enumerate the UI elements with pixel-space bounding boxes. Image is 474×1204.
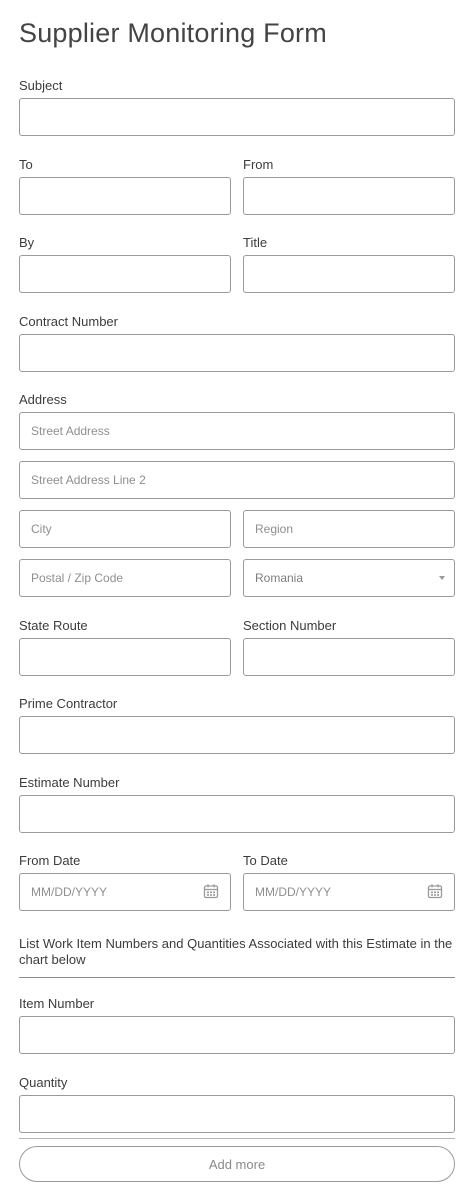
to-date-wrapper (243, 873, 455, 911)
to-date-input[interactable] (243, 873, 455, 911)
street-address-input[interactable] (19, 412, 455, 450)
page-title: Supplier Monitoring Form (19, 18, 327, 48)
from-date-wrapper (19, 873, 231, 911)
calendar-icon[interactable] (203, 883, 219, 899)
section-number-label: Section Number (243, 618, 337, 633)
postal-code-input[interactable] (19, 559, 231, 597)
country-select-value: Romania (255, 571, 304, 585)
section-number-field[interactable] (243, 638, 455, 676)
subject-field[interactable] (19, 98, 455, 136)
region-input[interactable] (243, 510, 455, 548)
by-field[interactable] (19, 255, 231, 293)
by-label: By (19, 235, 35, 250)
quantity-label: Quantity (19, 1075, 68, 1090)
work-items-note: List Work Item Numbers and Quantities As… (19, 936, 453, 967)
calendar-icon[interactable] (427, 883, 443, 899)
contract-number-field[interactable] (19, 334, 455, 372)
city-input[interactable] (19, 510, 231, 548)
subject-label: Subject (19, 78, 63, 93)
to-label: To (19, 157, 33, 172)
from-label: From (243, 157, 274, 172)
contract-number-label: Contract Number (19, 314, 118, 329)
state-route-label: State Route (19, 618, 88, 633)
state-route-field[interactable] (19, 638, 231, 676)
prime-contractor-field[interactable] (19, 716, 455, 754)
item-number-label: Item Number (19, 996, 95, 1011)
from-date-label: From Date (19, 853, 81, 868)
title-label: Title (243, 235, 268, 250)
address-label: Address (19, 392, 67, 407)
item-number-field[interactable] (19, 1016, 455, 1054)
from-date-input[interactable] (19, 873, 231, 911)
estimate-number-field[interactable] (19, 795, 455, 833)
country-select[interactable]: Romania (243, 559, 455, 597)
add-more-button[interactable]: Add more (19, 1146, 455, 1182)
street-address-line2-input[interactable] (19, 461, 455, 499)
from-field[interactable] (243, 177, 455, 215)
quantity-field[interactable] (19, 1095, 455, 1133)
prime-contractor-label: Prime Contractor (19, 696, 118, 711)
estimate-number-label: Estimate Number (19, 775, 120, 790)
to-date-label: To Date (243, 853, 288, 868)
section-divider (19, 977, 455, 978)
title-field[interactable] (243, 255, 455, 293)
to-field[interactable] (19, 177, 231, 215)
repeat-divider (19, 1138, 455, 1139)
chevron-down-icon (439, 576, 445, 580)
